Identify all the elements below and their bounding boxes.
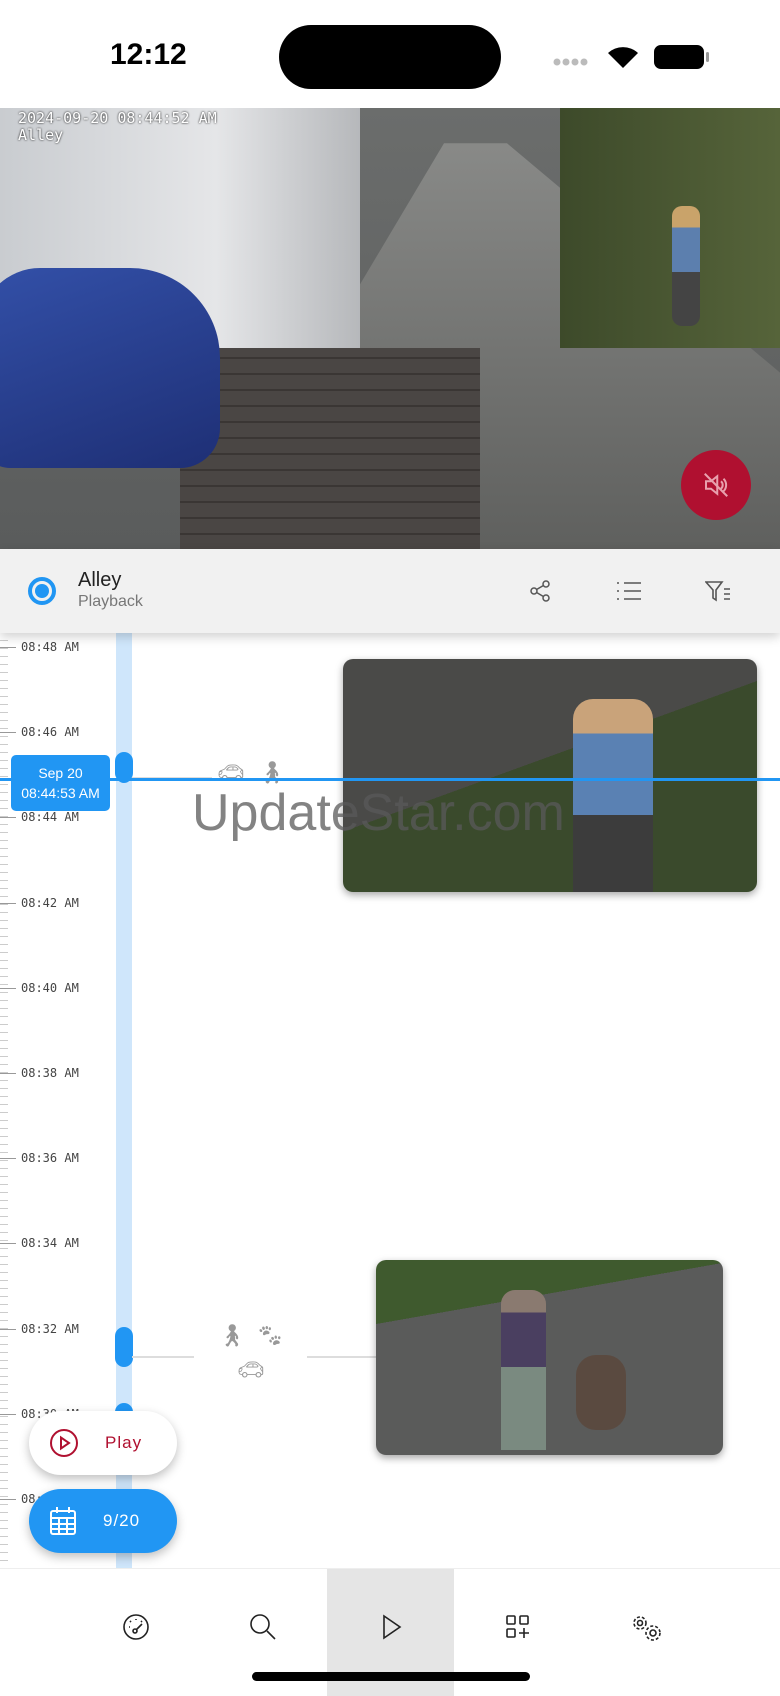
tick-mark — [0, 1243, 16, 1245]
nav-dashboard[interactable] — [72, 1569, 199, 1696]
camera-subtitle: Playback — [78, 593, 143, 610]
wifi-icon — [608, 47, 638, 68]
list-icon — [617, 582, 641, 600]
video-camera-label: Alley — [18, 126, 64, 144]
watermark: UpdateStar.com — [192, 784, 565, 842]
video-osd: 2024-09-20 08:44:52 AM Alley — [18, 110, 217, 144]
tick-mark — [0, 1328, 16, 1330]
play-icon — [382, 1614, 401, 1640]
current-time-badge: Sep 20 08:44:53 AM — [11, 755, 110, 811]
status-bar: 12:12 — [0, 0, 780, 108]
video-trees — [560, 108, 780, 348]
tick-mark — [0, 647, 16, 648]
tick-label: 08:36 AM — [21, 1151, 79, 1166]
share-button[interactable] — [524, 575, 556, 607]
person-walking-icon: 🚶︎ — [218, 1323, 246, 1348]
tick-label: 08:32 AM — [21, 1321, 79, 1336]
battery-icon — [654, 45, 704, 69]
car-icon: 🚗︎ — [237, 1357, 265, 1382]
search-icon — [249, 1614, 276, 1640]
event-connector — [307, 1356, 377, 1358]
play-circle-icon — [50, 1429, 78, 1457]
camera-title: Alley — [78, 569, 122, 591]
date-picker-button[interactable]: 9/20 — [29, 1489, 177, 1553]
playhead-handle[interactable] — [116, 753, 132, 783]
timeline-ruler — [0, 633, 8, 1568]
current-time: 08:44:53 AM — [21, 785, 100, 801]
mute-button[interactable] — [681, 450, 751, 520]
tick-label: 08:38 AM — [21, 1066, 79, 1080]
paw-icon: 🐾︎ — [256, 1323, 284, 1348]
event-thumbnail[interactable] — [376, 1260, 723, 1455]
status-time: 12:12 — [110, 38, 187, 71]
speaker-muted-icon — [704, 473, 728, 497]
current-date: Sep 20 — [38, 765, 83, 781]
thumbnail-dog — [576, 1355, 626, 1430]
event-connector — [132, 1356, 194, 1358]
tick-mark — [0, 987, 16, 989]
tick-mark — [0, 1158, 16, 1160]
thumbnail-person — [501, 1290, 546, 1450]
video-bricks — [180, 348, 480, 549]
tick-mark — [0, 817, 16, 819]
thumbnail-person — [573, 699, 653, 892]
filter-list-icon — [705, 581, 730, 602]
video-timestamp: 2024-09-20 08:44:52 AM — [18, 109, 217, 127]
tick-mark — [0, 902, 16, 904]
video-player[interactable]: 2024-09-20 08:44:52 AM Alley — [0, 108, 780, 549]
settings-gears-icon — [632, 1616, 661, 1641]
video-person — [672, 206, 700, 326]
tick-label: 08:46 AM — [21, 725, 79, 740]
camera-status-icon — [28, 577, 56, 605]
gauge-icon — [122, 1614, 149, 1640]
tick-mark — [0, 1499, 16, 1500]
event-marker[interactable] — [115, 1327, 133, 1367]
dynamic-island — [279, 25, 501, 89]
tick-label: 08:44 AM — [21, 810, 79, 825]
battery-cap — [706, 52, 709, 62]
list-button[interactable] — [613, 575, 645, 607]
tick-label: 08:48 AM — [21, 640, 79, 654]
tick-mark — [0, 732, 16, 734]
share-icon — [530, 580, 550, 602]
calendar-icon — [50, 1507, 76, 1535]
event-thumbnail[interactable] — [343, 659, 757, 892]
video-car — [0, 268, 220, 468]
camera-header: Alley Playback — [0, 549, 780, 633]
tick-label: 08:42 AM — [21, 895, 79, 910]
add-widget-icon — [505, 1615, 529, 1638]
tick-label: 08:40 AM — [21, 980, 79, 995]
tick-label: 08:34 AM — [21, 1236, 79, 1251]
play-label: Play — [105, 1433, 143, 1452]
date-label: 9/20 — [103, 1511, 141, 1530]
tick-mark — [0, 1413, 16, 1415]
home-indicator[interactable] — [252, 1672, 530, 1681]
filter-button[interactable] — [702, 575, 734, 607]
play-button[interactable]: Play — [29, 1411, 177, 1475]
tick-mark — [0, 1073, 16, 1074]
nav-settings[interactable] — [583, 1569, 710, 1696]
signal-icon — [553, 58, 588, 66]
